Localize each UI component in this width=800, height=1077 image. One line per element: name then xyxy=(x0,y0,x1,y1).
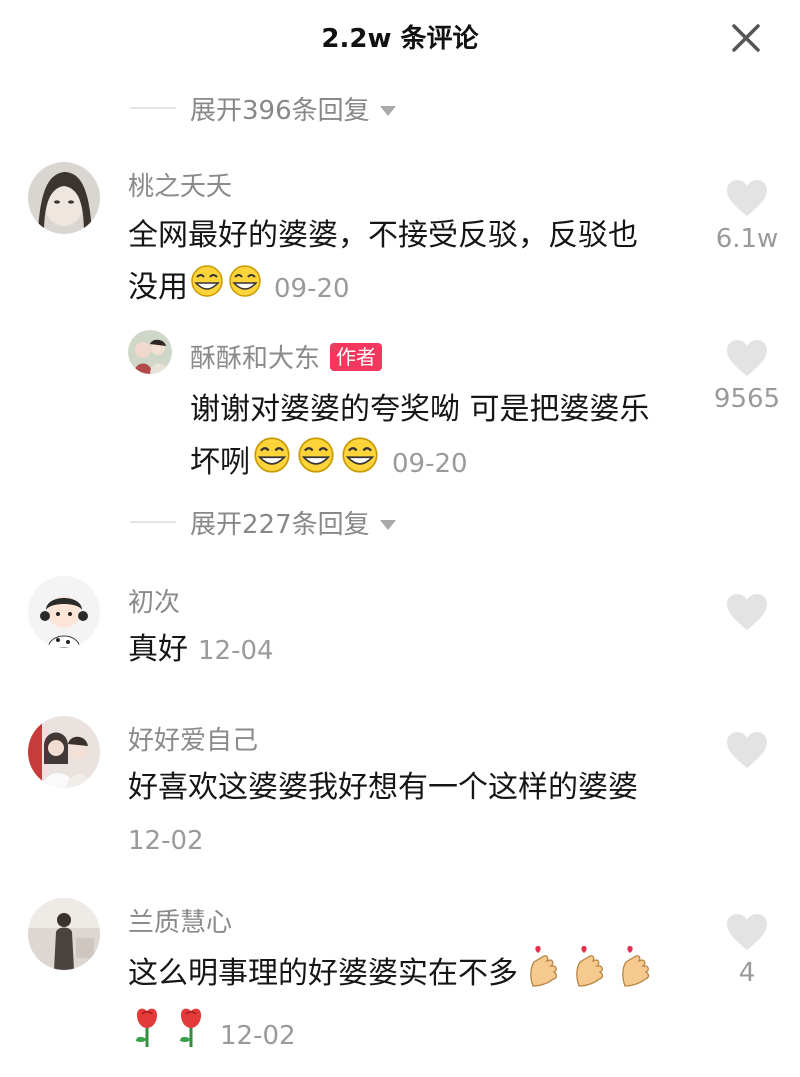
comment-line: 真好 xyxy=(128,632,188,667)
comment-text: 谢谢对婆婆的夸奖呦 可是把婆婆乐 坏咧 09-20 xyxy=(190,384,710,491)
finger-heart-emoji xyxy=(616,944,656,1005)
like-button[interactable]: 9565 xyxy=(706,338,788,414)
avatar[interactable] xyxy=(28,162,100,234)
comment-date: 12-04 xyxy=(198,636,274,666)
avatar[interactable] xyxy=(28,576,100,648)
comment-meta: 12-02 xyxy=(128,1005,708,1066)
username[interactable]: 酥酥和大东 作者 xyxy=(190,338,383,375)
comment-text: 真好 12-04 xyxy=(128,624,688,677)
caret-down-icon xyxy=(379,520,396,530)
like-count: 4 xyxy=(738,958,756,988)
rose-emoji xyxy=(128,1005,166,1066)
like-count: 6.1w xyxy=(715,224,779,254)
grinning-emoji xyxy=(188,263,226,315)
avatar[interactable] xyxy=(128,330,172,374)
username-label: 酥酥和大东 xyxy=(190,344,321,374)
close-icon[interactable] xyxy=(728,20,764,56)
grinning-emoji xyxy=(226,263,264,315)
expand-replies-button[interactable]: 展开396条回复 xyxy=(0,88,800,128)
heart-icon xyxy=(727,340,767,376)
comment-line: 谢谢对婆婆的夸奖呦 可是把婆婆乐 xyxy=(190,392,650,427)
heart-icon xyxy=(727,594,767,630)
heart-icon xyxy=(727,732,767,768)
expand-replies-label: 展开227条回复 xyxy=(190,509,370,540)
comment-line: 坏咧 xyxy=(190,445,250,480)
comment-date: 09-20 xyxy=(392,449,468,479)
like-button[interactable] xyxy=(712,592,782,632)
comment-date: 12-02 xyxy=(220,1021,296,1051)
comment-text: 这么明事理的好婆婆实在不多 12-02 xyxy=(128,944,708,1066)
avatar[interactable] xyxy=(28,898,100,970)
heart-icon xyxy=(727,914,767,950)
comment-line: 好喜欢这婆婆我好想有一个这样的婆婆 xyxy=(128,770,638,805)
finger-heart-emoji xyxy=(570,944,610,1005)
divider-line xyxy=(130,107,176,109)
comments-header: 2.2w 条评论 xyxy=(0,0,800,72)
comment-text: 全网最好的婆婆，不接受反驳，反驳也 没用 09-20 xyxy=(128,210,708,315)
comment-line: 没用 xyxy=(128,270,188,305)
like-button[interactable] xyxy=(712,730,782,770)
username[interactable]: 好好爱自己 xyxy=(128,720,258,757)
comment-line: 这么明事理的好婆婆实在不多 xyxy=(128,956,518,991)
comment-line: 全网最好的婆婆，不接受反驳，反驳也 xyxy=(128,218,638,253)
finger-heart-emoji xyxy=(524,944,564,1005)
comment-line-with-emoji: 这么明事理的好婆婆实在不多 xyxy=(128,944,708,1005)
like-button[interactable]: 4 xyxy=(712,912,782,988)
divider-line xyxy=(130,521,176,523)
grinning-emoji xyxy=(250,436,294,491)
grinning-emoji xyxy=(338,436,382,491)
rose-emoji xyxy=(172,1005,210,1066)
expand-replies-button[interactable]: 展开227条回复 xyxy=(0,502,800,542)
author-badge: 作者 xyxy=(330,343,383,371)
comment-date: 12-02 xyxy=(128,826,204,856)
comment-meta: 12-02 xyxy=(128,814,708,867)
caret-down-icon xyxy=(379,106,396,116)
username[interactable]: 兰质慧心 xyxy=(128,902,232,939)
heart-icon xyxy=(727,180,767,216)
username[interactable]: 初次 xyxy=(128,582,180,619)
like-count: 9565 xyxy=(713,384,781,414)
username[interactable]: 桃之夭夭 xyxy=(128,166,232,203)
comment-text: 好喜欢这婆婆我好想有一个这样的婆婆 12-02 xyxy=(128,762,708,867)
avatar[interactable] xyxy=(28,716,100,788)
comment-line-with-meta: 没用 09-20 xyxy=(128,262,708,315)
like-button[interactable]: 6.1w xyxy=(712,178,782,254)
comment-date: 09-20 xyxy=(274,274,350,304)
comment-count-title: 2.2w 条评论 xyxy=(321,24,479,54)
comment-line-with-meta: 坏咧 09-20 xyxy=(190,436,710,491)
grinning-emoji xyxy=(294,436,338,491)
expand-replies-label: 展开396条回复 xyxy=(190,95,370,126)
comment-line-with-meta: 真好 12-04 xyxy=(128,624,688,677)
